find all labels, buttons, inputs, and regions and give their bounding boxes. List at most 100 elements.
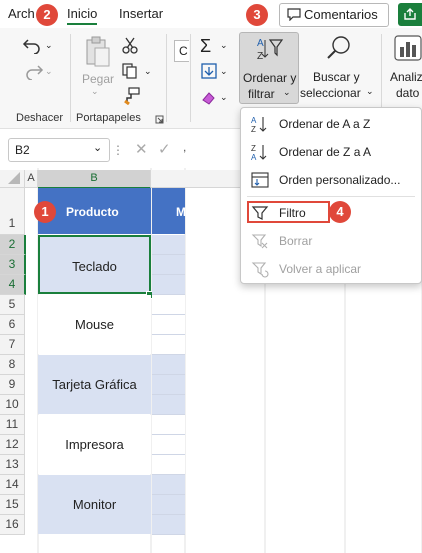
undo-icon[interactable] — [22, 36, 44, 57]
table-cell[interactable] — [152, 515, 185, 535]
table-cell[interactable] — [152, 295, 185, 315]
fill-icon[interactable] — [200, 62, 218, 83]
cell-product-tarjeta[interactable]: Tarjeta Gráfica — [38, 355, 151, 414]
menu-item-sort-z-a[interactable]: ZA Ordenar de Z a A — [241, 140, 421, 164]
cell-product-monitor[interactable]: Monitor — [38, 475, 151, 534]
table-cell[interactable] — [152, 255, 185, 275]
cell-product-mouse[interactable]: Mouse — [38, 295, 151, 354]
table-cell[interactable] — [152, 475, 185, 495]
table-cell[interactable] — [152, 335, 185, 355]
comments-button[interactable]: Comentarios — [279, 3, 389, 27]
name-box-dropdown-icon[interactable]: ⌄ — [93, 141, 102, 154]
row-header[interactable]: 7 — [0, 335, 25, 355]
paste-dropdown-icon: ⌄ — [91, 86, 99, 96]
menu-item-label: Borrar — [279, 234, 313, 248]
autosum-dropdown-icon[interactable]: ⌄ — [220, 40, 228, 51]
reapply-filter-icon — [251, 260, 269, 278]
menu-item-reapply: Volver a aplicar — [241, 257, 421, 281]
table-cell[interactable] — [152, 415, 185, 435]
step-badge-2: 2 — [36, 4, 58, 26]
tab-inicio[interactable]: Inicio — [67, 6, 98, 25]
clear-icon[interactable] — [200, 88, 218, 109]
row-header[interactable]: 12 — [0, 435, 25, 455]
table-cell[interactable] — [152, 235, 185, 255]
column-header-b[interactable]: B — [38, 170, 151, 189]
menu-item-clear: Borrar — [241, 229, 421, 253]
name-box[interactable]: B2 ⌄ — [8, 138, 110, 162]
fill-dropdown-icon[interactable]: ⌄ — [220, 66, 228, 77]
table-cell[interactable] — [152, 435, 185, 455]
menu-item-label: Ordenar de A a Z — [279, 117, 371, 131]
row-header[interactable]: 1 — [0, 188, 25, 235]
table-cell[interactable] — [152, 375, 185, 395]
step-badge-3: 3 — [246, 4, 268, 26]
table-header-cell-next[interactable]: M — [152, 188, 186, 234]
share-button[interactable] — [398, 3, 422, 26]
font-name-box[interactable]: C — [174, 40, 189, 62]
sort-filter-label-1: Ordenar y — [243, 71, 297, 85]
row-header[interactable]: 8 — [0, 355, 25, 375]
select-all-corner[interactable] — [0, 170, 25, 188]
analyze-data-button[interactable]: Analiz dato — [388, 32, 422, 102]
sort-filter-dropdown-icon: ⌄ — [283, 87, 291, 97]
custom-sort-icon — [251, 171, 269, 189]
row-header[interactable]: 4 — [0, 275, 26, 295]
row-header[interactable]: 13 — [0, 455, 25, 475]
row-header[interactable]: 3 — [0, 255, 26, 275]
ribbon-separator — [166, 34, 167, 122]
row-header[interactable]: 16 — [0, 515, 25, 535]
table-cell[interactable] — [152, 395, 185, 415]
tab-insertar[interactable]: Insertar — [119, 6, 163, 21]
row-header[interactable]: 10 — [0, 395, 25, 415]
row-header[interactable]: 15 — [0, 495, 25, 515]
ribbon-separator — [190, 34, 191, 122]
column-header-a[interactable]: A — [25, 170, 38, 188]
undo-dropdown-icon[interactable]: ⌄ — [45, 40, 53, 51]
clipboard-launcher-icon[interactable] — [155, 113, 164, 127]
more-options-icon: ⋮ — [112, 143, 124, 157]
table-cell[interactable] — [152, 315, 185, 335]
table-cell[interactable] — [152, 275, 185, 295]
svg-text:A: A — [251, 116, 257, 125]
ribbon-separator — [70, 34, 71, 122]
svg-text:A: A — [257, 38, 264, 49]
confirm-formula-icon[interactable]: ✓ — [158, 140, 171, 158]
cell-product-impresora[interactable]: Impresora — [38, 415, 151, 474]
formula-content[interactable]: , — [183, 140, 186, 154]
cancel-formula-icon[interactable]: ✕ — [135, 140, 148, 158]
paste-icon — [85, 36, 111, 71]
group-label-deshacer: Deshacer — [16, 112, 64, 124]
svg-text:A: A — [251, 153, 257, 161]
menu-divider — [247, 196, 415, 197]
row-header[interactable]: 2 — [0, 235, 26, 255]
product-name: Monitor — [72, 497, 117, 512]
menu-item-label: Filtro — [279, 206, 306, 220]
svg-text:Z: Z — [257, 51, 263, 62]
row-header[interactable]: 11 — [0, 415, 25, 435]
find-select-label-1: Buscar y — [313, 70, 360, 84]
find-select-button[interactable]: Buscar y seleccionar ⌄ — [300, 32, 376, 102]
tab-archivo[interactable]: Arch — [8, 6, 35, 21]
comment-icon — [287, 7, 301, 24]
column-header-c[interactable] — [151, 170, 241, 188]
table-cell[interactable] — [152, 495, 185, 515]
autosum-icon[interactable]: Σ — [200, 36, 211, 57]
table-cell[interactable] — [152, 455, 185, 475]
cell-product-teclado[interactable]: Teclado — [38, 235, 151, 294]
clear-dropdown-icon[interactable]: ⌄ — [220, 92, 228, 103]
sort-filter-button[interactable]: AZ Ordenar y filtrar ⌄ — [239, 32, 299, 104]
table-cell[interactable] — [152, 355, 185, 375]
copy-dropdown-icon[interactable]: ⌄ — [144, 66, 152, 77]
menu-item-sort-a-z[interactable]: AZ Ordenar de A a Z — [241, 112, 421, 136]
copy-icon[interactable] — [121, 62, 139, 83]
menu-item-custom-sort[interactable]: Orden personalizado... — [241, 168, 421, 192]
format-painter-icon[interactable] — [123, 87, 141, 108]
row-header[interactable]: 14 — [0, 475, 25, 495]
step-badge-1: 1 — [34, 201, 56, 223]
row-header[interactable]: 9 — [0, 375, 25, 395]
row-header[interactable]: 5 — [0, 295, 25, 315]
name-box-value: B2 — [15, 143, 30, 157]
row-header[interactable]: 6 — [0, 315, 25, 335]
sort-z-a-icon: ZA — [251, 143, 269, 162]
cut-icon[interactable] — [121, 36, 139, 57]
